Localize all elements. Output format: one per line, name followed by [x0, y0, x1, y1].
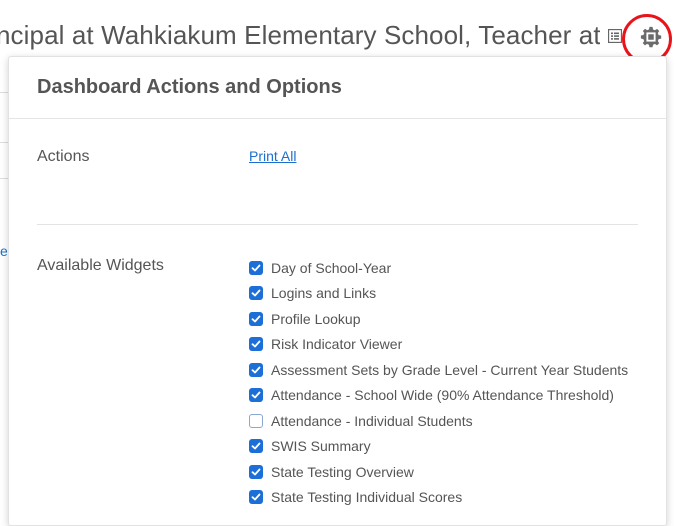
checkmark-icon — [251, 264, 261, 272]
widget-option[interactable]: Attendance - Individual Students — [249, 408, 628, 434]
available-widgets-label: Available Widgets — [37, 257, 164, 274]
widget-option[interactable]: State Testing Overview — [249, 459, 628, 485]
widget-label: Risk Indicator Viewer — [271, 336, 403, 353]
widget-label: State Testing Overview — [271, 463, 414, 480]
list-icon[interactable] — [608, 29, 622, 43]
dashboard-options-panel: Dashboard Actions and Options Actions Pr… — [8, 56, 667, 526]
widget-label: Assessment Sets by Grade Level - Current… — [271, 361, 629, 378]
widget-list: Day of School-Year Logins and Links Profil… — [249, 255, 628, 510]
widget-checkbox[interactable] — [249, 260, 263, 275]
widget-option[interactable]: Logins and Links — [249, 281, 628, 307]
print-all-link[interactable]: Print All — [249, 148, 296, 164]
checkmark-icon — [251, 442, 261, 450]
page-title-container: ncipal at Wahkiakum Elementary School, T… — [0, 0, 600, 60]
widget-label: Logins and Links — [271, 285, 377, 302]
widget-checkbox[interactable] — [249, 439, 263, 454]
widget-checkbox[interactable] — [249, 311, 263, 326]
widget-option[interactable]: Day of School-Year — [249, 255, 628, 281]
widget-checkbox[interactable] — [249, 413, 263, 428]
widget-checkbox[interactable] — [249, 464, 263, 479]
widget-option[interactable]: SWIS Summary — [249, 434, 628, 460]
panel-header: Dashboard Actions and Options — [9, 57, 666, 119]
widget-option[interactable]: Risk Indicator Viewer — [249, 332, 628, 358]
widget-checkbox[interactable] — [249, 362, 263, 377]
widget-checkbox[interactable] — [249, 337, 263, 352]
background-link-fragment[interactable]: e — [0, 243, 8, 259]
checkmark-icon — [251, 340, 261, 348]
gear-icon[interactable] — [640, 26, 662, 48]
widget-label: Day of School-Year — [271, 259, 392, 276]
checkmark-icon — [251, 391, 261, 399]
section-divider — [37, 224, 638, 225]
widget-checkbox[interactable] — [249, 490, 263, 505]
widget-option[interactable]: Attendance - School Wide (90% Attendance… — [249, 383, 628, 409]
checkmark-icon — [251, 366, 261, 374]
checkmark-icon — [251, 289, 261, 297]
actions-label: Actions — [37, 148, 90, 165]
widget-label: State Testing Individual Scores — [271, 489, 463, 506]
widget-checkbox[interactable] — [249, 388, 263, 403]
widget-option[interactable]: Profile Lookup — [249, 306, 628, 332]
page-title: ncipal at Wahkiakum Elementary School, T… — [0, 20, 600, 50]
checkmark-icon — [251, 493, 261, 501]
panel-title: Dashboard Actions and Options — [37, 76, 342, 98]
widget-label: Attendance - Individual Students — [271, 412, 473, 429]
widget-label: Attendance - School Wide (90% Attendance… — [271, 387, 614, 404]
widget-label: SWIS Summary — [271, 438, 371, 455]
checkmark-icon — [251, 315, 261, 323]
widget-option[interactable]: State Testing Individual Scores — [249, 485, 628, 511]
widget-option[interactable]: Assessment Sets by Grade Level - Current… — [249, 357, 628, 383]
widget-label: Profile Lookup — [271, 310, 361, 327]
widget-checkbox[interactable] — [249, 286, 263, 301]
checkmark-icon — [251, 468, 261, 476]
